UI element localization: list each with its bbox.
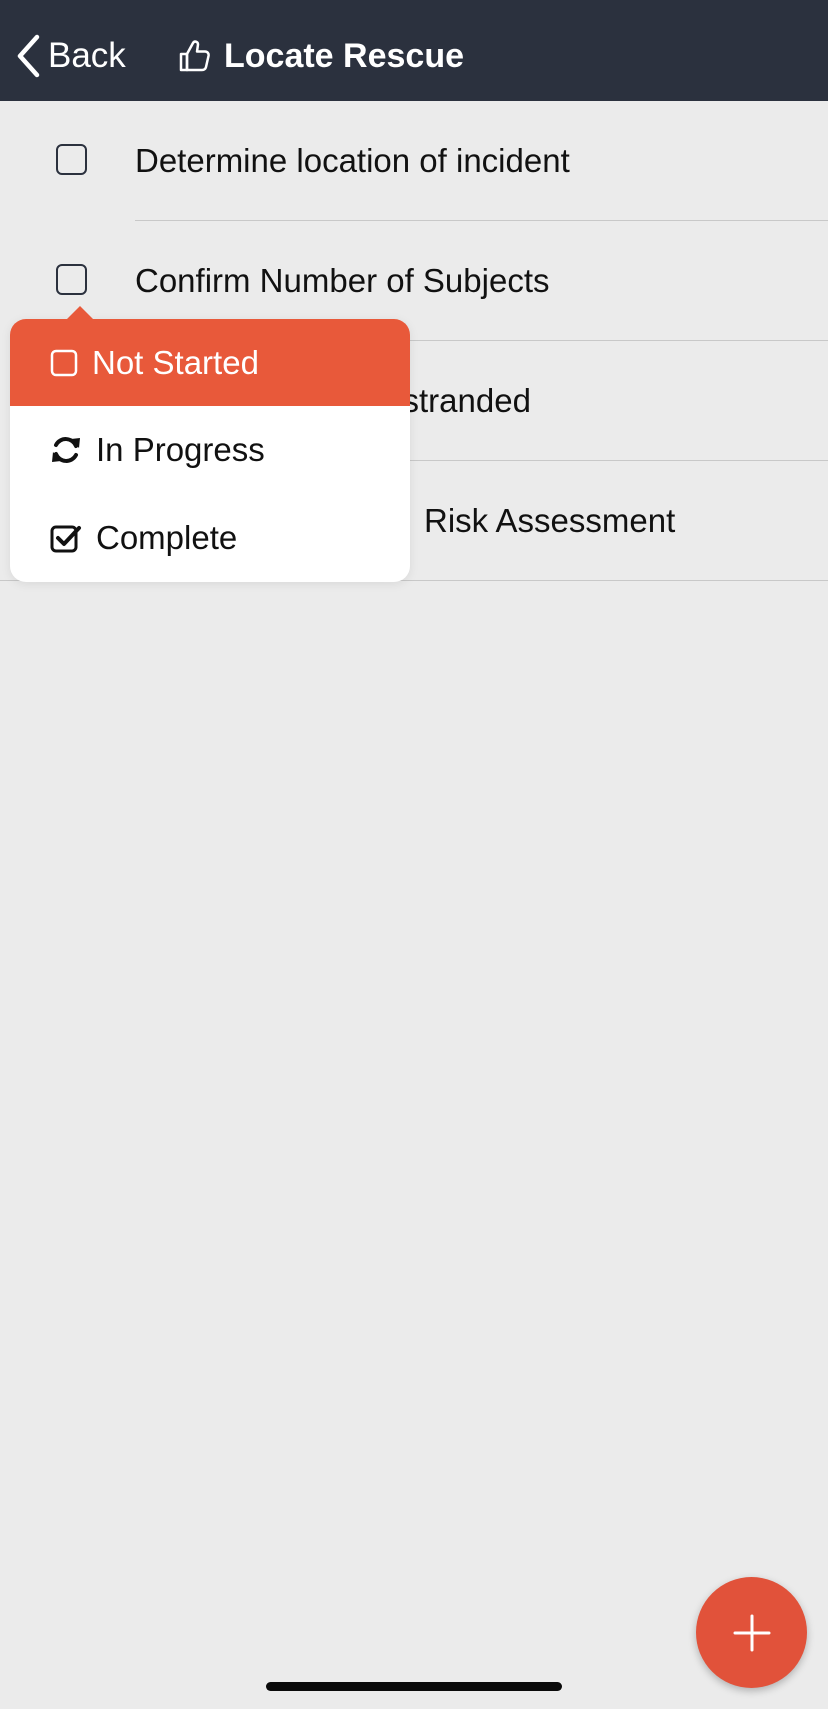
status-popover-menu: Not Started In Progress Complete bbox=[10, 306, 410, 582]
task-label: Determine location of incident bbox=[135, 142, 570, 179]
task-status-checkbox[interactable] bbox=[56, 264, 87, 295]
status-option-label: Complete bbox=[96, 519, 238, 556]
status-option-not-started[interactable]: Not Started bbox=[10, 319, 410, 406]
task-label: Risk Assessment bbox=[424, 502, 676, 539]
add-task-button[interactable] bbox=[696, 1577, 807, 1688]
checked-square-icon bbox=[50, 525, 81, 553]
back-button[interactable]: Back bbox=[16, 30, 126, 82]
thumbs-up-icon bbox=[179, 40, 210, 72]
page-title: Locate Rescue bbox=[224, 36, 464, 75]
navigation-bar: Back Locate Rescue bbox=[0, 0, 828, 101]
chevron-left-icon bbox=[17, 34, 40, 78]
status-option-in-progress[interactable]: In Progress bbox=[10, 406, 410, 494]
square-outline-icon bbox=[50, 349, 78, 376]
task-row[interactable]: Determine location of incident bbox=[0, 101, 828, 221]
home-indicator bbox=[266, 1682, 562, 1691]
status-option-complete[interactable]: Complete bbox=[10, 494, 410, 582]
back-label: Back bbox=[48, 36, 126, 75]
refresh-icon bbox=[52, 437, 80, 463]
plus-icon bbox=[733, 1614, 770, 1651]
status-option-label: In Progress bbox=[96, 431, 265, 468]
status-option-label: Not Started bbox=[92, 343, 259, 381]
popover-arrow bbox=[66, 306, 94, 320]
task-status-checkbox[interactable] bbox=[56, 144, 87, 175]
page-title-group: Locate Rescue bbox=[178, 30, 464, 82]
